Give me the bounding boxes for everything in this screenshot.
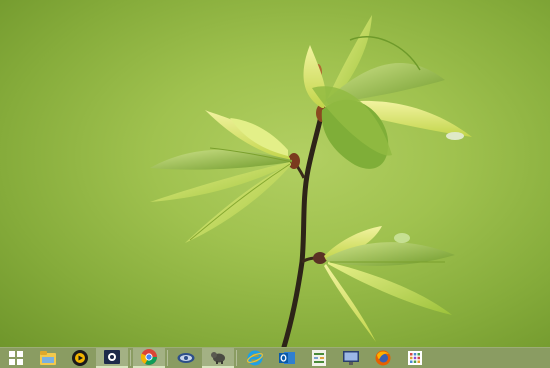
start-button[interactable]: [0, 348, 32, 368]
chrome-button[interactable]: [133, 348, 165, 368]
firefox-button[interactable]: [367, 348, 399, 368]
outlook-icon: [279, 352, 295, 364]
wallpaper-leaves-image: [150, 15, 472, 347]
apps-grid-button[interactable]: [399, 348, 431, 368]
file-explorer-button[interactable]: [32, 348, 64, 368]
network-eye-icon: [177, 353, 195, 363]
camera-icon: [104, 350, 120, 364]
ie-icon: [247, 350, 263, 366]
camera-app-button[interactable]: [96, 348, 128, 368]
internet-explorer-button[interactable]: [239, 348, 271, 368]
windows-logo-icon: [9, 351, 23, 365]
taskbar-separator: [167, 350, 168, 366]
folder-icon: [40, 351, 56, 365]
desktop: [0, 0, 550, 347]
media-player-button[interactable]: [64, 348, 96, 368]
media-player-icon: [72, 350, 88, 366]
monitor-icon: [343, 351, 359, 365]
animal-icon: [211, 352, 225, 364]
screen-app-button[interactable]: [335, 348, 367, 368]
animal-app-button[interactable]: [202, 348, 234, 368]
outlook-button[interactable]: [271, 348, 303, 368]
network-app-button[interactable]: [170, 348, 202, 368]
taskbar: [0, 347, 550, 368]
apps-grid-icon: [408, 351, 422, 365]
taskbar-separator: [130, 350, 131, 366]
chrome-icon: [141, 349, 157, 365]
firefox-icon: [375, 350, 391, 366]
spreadsheet-app-button[interactable]: [303, 348, 335, 368]
taskbar-separator: [236, 350, 237, 366]
spreadsheet-icon: [312, 350, 326, 366]
